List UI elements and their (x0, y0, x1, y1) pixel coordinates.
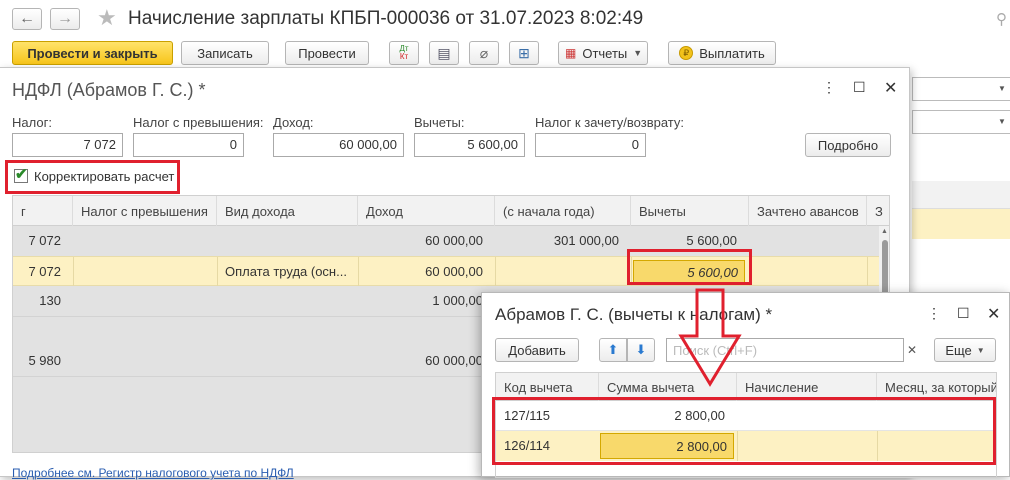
coin-icon: ₽ (679, 46, 694, 60)
deductions-field[interactable]: 5 600,00 (414, 133, 525, 157)
close-icon[interactable]: ✕ (884, 78, 897, 98)
back-button[interactable]: ← (12, 8, 42, 30)
post-and-close-button[interactable]: Провести и закрыть (12, 41, 173, 65)
deductions-label: Вычеты: (414, 115, 465, 130)
structure-button[interactable]: ⊞ (509, 41, 539, 65)
col-header[interactable]: З (867, 196, 889, 226)
dtkt-icon: Дт Кт (399, 44, 409, 61)
reports-label: Отчеты (582, 45, 628, 61)
more-button[interactable]: Еще ▼ (934, 338, 996, 362)
bg-select-1[interactable] (912, 77, 1010, 101)
col-divider (73, 257, 74, 287)
scroll-up-icon[interactable]: ▲ (881, 228, 888, 235)
table-cell: 301 000,00 (553, 233, 619, 248)
register-link[interactable]: Подробнее см. Регистр налогового учета п… (12, 466, 294, 480)
deductions-cell-highlight (627, 249, 752, 285)
correct-calc-label[interactable]: Корректировать расчет (34, 169, 174, 184)
pay-button[interactable]: ₽ Выплатить (668, 41, 776, 65)
move-down-button[interactable]: ⬇ (627, 338, 655, 362)
clear-search-icon[interactable]: ✕ (907, 343, 917, 357)
col-divider (495, 257, 496, 287)
attach-button[interactable]: ⌀ (469, 41, 499, 65)
table-cell: 130 (39, 293, 61, 308)
tax-excess-field[interactable]: 0 (133, 133, 244, 157)
table-cell: 60 000,00 (425, 353, 483, 368)
col-header[interactable]: Вычеты (631, 196, 749, 226)
maximize-icon[interactable]: ☐ (957, 305, 970, 322)
report-icon: ▦ (565, 46, 577, 60)
list-icon: ▤ (437, 44, 451, 61)
arrow-down-icon: ⬇ (635, 342, 647, 357)
col-header[interactable]: Вид дохода (217, 196, 358, 226)
table-cell: 5 980 (28, 353, 61, 368)
arrow-left-icon: ← (19, 10, 35, 27)
col-header[interactable]: Зачтено авансов (749, 196, 867, 226)
pay-label: Выплатить (699, 45, 765, 61)
col-header[interactable]: г (13, 196, 73, 226)
more-icon[interactable]: ⋮ (927, 305, 941, 322)
arrow-up-icon: ⬆ (607, 342, 619, 357)
arrow-right-icon: → (57, 10, 73, 27)
tax-label: Налог: (12, 115, 52, 130)
link-icon[interactable]: ⚲ (996, 10, 1007, 28)
forward-button[interactable]: → (50, 8, 80, 30)
deductions-rows-highlight (492, 397, 996, 465)
table-cell: 7 072 (28, 233, 61, 248)
col-header[interactable]: Налог с превышения (73, 196, 217, 226)
offset-field[interactable]: 0 (535, 133, 646, 157)
details-button[interactable]: Подробно (805, 133, 891, 157)
offset-label: Налог к зачету/возврату: (535, 115, 685, 130)
checkmark-icon: ✔ (15, 166, 28, 183)
paperclip-icon: ⌀ (479, 44, 489, 61)
reports-button[interactable]: ▦ Отчеты ▼ (558, 41, 648, 65)
bg-table-row (912, 209, 1010, 239)
tax-field[interactable]: 7 072 (12, 133, 123, 157)
col-header[interactable]: Доход (358, 196, 495, 226)
correct-calc-checkbox[interactable]: ✔ (14, 166, 28, 183)
close-icon[interactable]: ✕ (987, 304, 1000, 324)
chevron-down-icon: ▼ (998, 117, 1006, 126)
document-title: Начисление зарплаты КПБП-000036 от 31.07… (128, 8, 644, 29)
bg-select-2[interactable] (912, 110, 1010, 134)
table-cell: 60 000,00 (425, 233, 483, 248)
ndfl-table-header: г Налог с превышения Вид дохода Доход (с… (13, 196, 889, 226)
table-cell: 60 000,00 (425, 264, 483, 279)
move-up-button[interactable]: ⬆ (599, 338, 627, 362)
col-divider (867, 257, 868, 287)
col-header[interactable]: (с начала года) (495, 196, 631, 226)
table-cell: 1 000,00 (432, 293, 483, 308)
red-arrow-annotation (678, 288, 742, 387)
chevron-down-icon: ▼ (633, 48, 643, 58)
star-icon[interactable]: ★ (97, 5, 117, 31)
add-button[interactable]: Добавить (495, 338, 579, 362)
save-button[interactable]: Записать (181, 41, 269, 65)
post-button[interactable]: Провести (285, 41, 369, 65)
income-label: Доход: (273, 115, 314, 130)
tax-excess-label: Налог с превышения: (133, 115, 264, 130)
ndfl-dialog-title: НДФЛ (Абрамов Г. С.) * (12, 80, 206, 100)
more-label: Еще (945, 342, 972, 358)
list-button[interactable]: ▤ (429, 41, 459, 65)
structure-icon: ⊞ (518, 44, 530, 61)
chevron-down-icon: ▼ (976, 345, 985, 355)
more-icon[interactable]: ⋮ (822, 79, 836, 96)
income-field[interactable]: 60 000,00 (273, 133, 404, 157)
maximize-icon[interactable]: ☐ (853, 79, 866, 96)
deductions-dialog: Абрамов Г. С. (вычеты к налогам) * ⋮ ☐ ✕… (481, 292, 1010, 478)
chevron-down-icon: ▼ (998, 84, 1006, 93)
arrow-down-icon (678, 288, 742, 387)
dtkt-button[interactable]: Дт Кт (389, 41, 419, 65)
table-cell: Оплата труда (осн... (225, 264, 347, 279)
table-cell: 7 072 (28, 264, 61, 279)
bg-table-header (912, 181, 1010, 209)
